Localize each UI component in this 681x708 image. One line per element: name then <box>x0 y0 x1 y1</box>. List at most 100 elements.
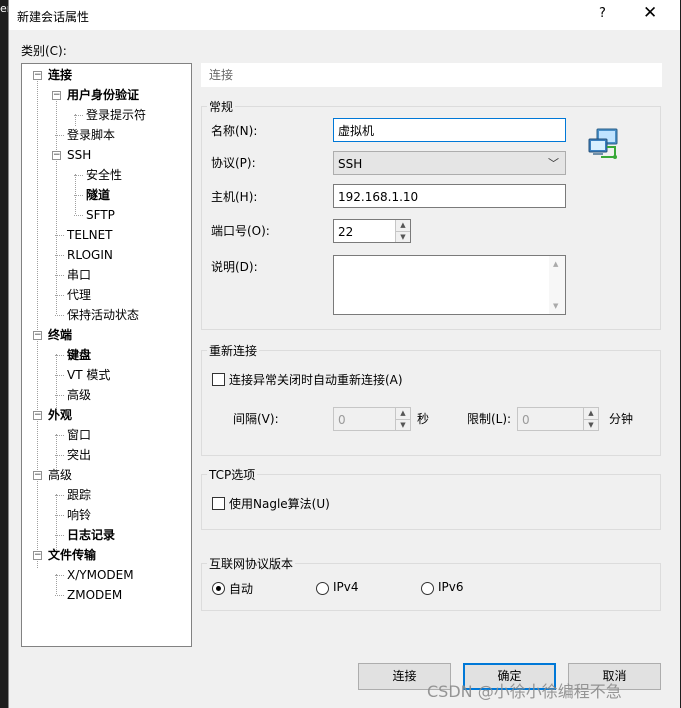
host-value: 192.168.1.10 <box>338 190 419 204</box>
scroll-down-icon[interactable]: ▼ <box>553 302 558 310</box>
tree-connector <box>55 275 64 276</box>
tree-connector <box>37 76 38 568</box>
tcp-group-label: TCP选项 <box>207 466 258 483</box>
description-textarea[interactable]: ▲ ▼ <box>333 255 566 315</box>
description-scrollbar[interactable]: ▲ ▼ <box>549 256 565 314</box>
tree-item[interactable]: 窗口 <box>67 425 91 445</box>
limit-label: 限制(L): <box>467 412 512 426</box>
window-title: 新建会话属性 <box>17 10 90 24</box>
name-input[interactable]: 虚拟机 <box>333 118 566 142</box>
tree-collapse-icon[interactable]: − <box>33 71 42 80</box>
tree-item[interactable]: 日志记录 <box>67 525 115 545</box>
host-label: 主机(H): <box>211 190 258 204</box>
tree-collapse-icon[interactable]: − <box>33 411 42 420</box>
port-spinner[interactable]: ▲ ▼ <box>395 220 410 242</box>
spin-up-icon[interactable]: ▲ <box>396 408 410 420</box>
ip-auto-label[interactable]: 自动 <box>229 580 253 597</box>
tree-connector <box>55 595 64 596</box>
port-input[interactable]: 22 ▲ ▼ <box>333 219 411 243</box>
tree-connector <box>55 235 64 236</box>
tree-connector <box>55 575 64 576</box>
tree-connector <box>56 574 57 594</box>
tree-connector <box>55 495 64 496</box>
name-value: 虚拟机 <box>338 124 375 138</box>
category-tree[interactable]: − 连接 − 用户身份验证 登录提示符 登录脚本 − SSH 安全性 隧道 SFTP TELNET RL… <box>21 63 192 647</box>
tree-item[interactable]: 突出 <box>67 445 91 465</box>
tree-item[interactable]: 连接 <box>48 65 72 85</box>
tree-item[interactable]: SFTP <box>86 205 115 225</box>
auto-reconnect-checkbox[interactable] <box>212 373 225 386</box>
ipv6-label[interactable]: IPv6 <box>438 580 464 594</box>
tree-connector <box>55 135 64 136</box>
scroll-up-icon[interactable]: ▲ <box>553 260 558 268</box>
tree-item[interactable]: 高级 <box>67 385 91 405</box>
interval-spinner[interactable]: ▲ ▼ <box>395 408 410 430</box>
tree-item[interactable]: ZMODEM <box>67 585 122 605</box>
tree-item[interactable]: RLOGIN <box>67 245 113 265</box>
spin-up-icon[interactable]: ▲ <box>584 408 598 420</box>
tree-item[interactable]: 用户身份验证 <box>67 85 139 105</box>
tree-item[interactable]: 终端 <box>48 325 72 345</box>
tree-collapse-icon[interactable]: − <box>52 91 61 100</box>
tree-connector <box>55 375 64 376</box>
tree-item[interactable]: 外观 <box>48 405 72 425</box>
tree-item[interactable]: 保持活动状态 <box>67 305 139 325</box>
tree-item[interactable]: 高级 <box>48 465 72 485</box>
tree-collapse-icon[interactable]: − <box>33 331 42 340</box>
tree-item[interactable]: 安全性 <box>86 165 122 185</box>
spin-down-icon[interactable]: ▼ <box>396 232 410 243</box>
tree-connector <box>55 435 64 436</box>
tree-connector <box>55 295 64 296</box>
reconnect-group-label: 重新连接 <box>207 342 260 359</box>
reconnect-group <box>201 350 661 456</box>
protocol-select[interactable]: SSH ﹀ <box>333 151 566 175</box>
interval-input[interactable]: 0 ▲ ▼ <box>333 407 411 431</box>
port-value: 22 <box>338 225 354 239</box>
tree-connector <box>55 315 64 316</box>
tree-item[interactable]: 响铃 <box>67 505 91 525</box>
tree-item[interactable]: 串口 <box>67 265 91 285</box>
tree-item[interactable]: 隧道 <box>86 185 110 205</box>
nagle-label[interactable]: 使用Nagle算法(U) <box>229 495 330 512</box>
tree-item[interactable]: 文件传输 <box>48 545 96 565</box>
protocol-value: SSH <box>338 157 363 171</box>
name-label: 名称(N): <box>211 124 258 138</box>
tree-item[interactable]: VT 模式 <box>67 365 110 385</box>
protocol-label: 协议(P): <box>211 156 256 170</box>
interval-label: 间隔(V): <box>233 412 279 426</box>
help-button[interactable]: ? <box>599 6 606 21</box>
tree-connector <box>74 215 83 216</box>
ip-auto-radio[interactable] <box>212 582 225 595</box>
host-input[interactable]: 192.168.1.10 <box>333 184 566 208</box>
tree-item[interactable]: 代理 <box>67 285 91 305</box>
ipv4-label[interactable]: IPv4 <box>333 580 359 594</box>
tree-item[interactable]: X/YMODEM <box>67 565 134 585</box>
spin-down-icon[interactable]: ▼ <box>396 420 410 431</box>
tree-collapse-icon[interactable]: − <box>52 151 61 160</box>
auto-reconnect-label[interactable]: 连接异常关闭时自动重新连接(A) <box>229 371 403 388</box>
tree-collapse-icon[interactable]: − <box>33 551 42 560</box>
limit-input[interactable]: 0 ▲ ▼ <box>517 407 599 431</box>
tree-connector <box>74 175 83 176</box>
tree-connector <box>55 535 64 536</box>
limit-unit: 分钟 <box>609 412 634 426</box>
ipv6-radio[interactable] <box>421 582 434 595</box>
tree-connector <box>55 355 64 356</box>
general-group-label: 常规 <box>207 98 236 115</box>
tree-item[interactable]: TELNET <box>67 225 113 245</box>
nagle-checkbox[interactable] <box>212 497 225 510</box>
close-button[interactable]: ✕ <box>643 3 657 23</box>
tree-item[interactable]: 跟踪 <box>67 485 91 505</box>
interval-unit: 秒 <box>417 412 430 426</box>
tree-item[interactable]: 键盘 <box>67 345 91 365</box>
port-label: 端口号(O): <box>211 224 270 238</box>
ipv4-radio[interactable] <box>316 582 329 595</box>
tree-collapse-icon[interactable]: − <box>33 471 42 480</box>
spin-up-icon[interactable]: ▲ <box>396 220 410 232</box>
spin-down-icon[interactable]: ▼ <box>584 420 598 431</box>
limit-spinner[interactable]: ▲ ▼ <box>583 408 598 430</box>
tree-item[interactable]: 登录提示符 <box>86 105 146 125</box>
tree-item[interactable]: 登录脚本 <box>67 125 115 145</box>
category-label: 类别(C): <box>21 44 67 58</box>
tree-item[interactable]: SSH <box>67 145 91 165</box>
